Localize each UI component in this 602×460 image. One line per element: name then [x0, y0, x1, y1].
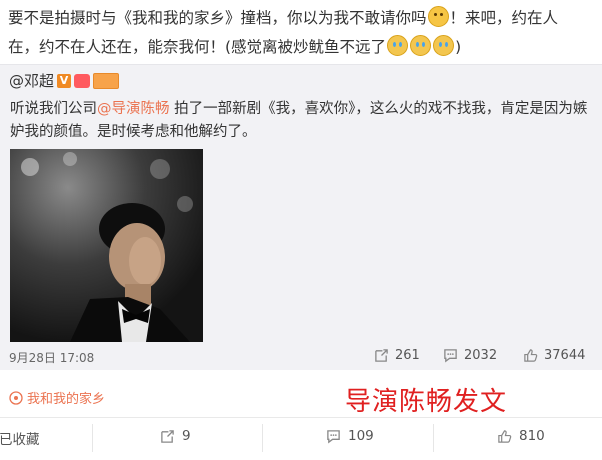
- share-icon: [375, 349, 388, 362]
- quoted-comment-count: 2032: [464, 348, 498, 363]
- quoted-author-row: @邓超 V: [9, 70, 120, 91]
- comment-button[interactable]: 109: [326, 428, 374, 444]
- action-divider: [433, 424, 434, 452]
- share-icon: [161, 429, 174, 443]
- thumbs-up-icon: [498, 429, 512, 443]
- favorite-label: 已收藏: [0, 432, 40, 448]
- quoted-text: 听说我们公司@导演陈畅 拍了一部新剧《我，喜欢你》，这么火的戏不找我，肯定是因为…: [10, 98, 592, 144]
- quoted-repost-button[interactable]: 261: [374, 348, 420, 363]
- laugh-cry-icon: [387, 35, 409, 56]
- action-divider: [92, 424, 93, 452]
- photo-portrait: [10, 149, 203, 342]
- repost-count: 9: [182, 428, 191, 444]
- topic-label: 我和我的家乡: [27, 392, 106, 407]
- quoted-repost-count: 261: [395, 348, 420, 363]
- quoted-like-count: 37644: [544, 348, 586, 363]
- topic-tag[interactable]: 我和我的家乡: [9, 388, 105, 407]
- action-divider: [262, 424, 263, 452]
- comment-count: 109: [348, 428, 374, 444]
- laugh-cry-icon: [433, 35, 455, 56]
- member-badge-icon: [93, 72, 120, 89]
- overlay-caption: 导演陈畅发文: [345, 387, 508, 417]
- quoted-timestamp[interactable]: 9月28日 17:08: [9, 349, 94, 366]
- comment-icon: [327, 429, 340, 443]
- quoted-photo[interactable]: [10, 149, 203, 342]
- quoted-like-button[interactable]: 37644: [523, 348, 585, 363]
- comment-icon: [444, 349, 457, 363]
- vip-badge-icon: [74, 73, 91, 88]
- mention-link[interactable]: @导演陈畅: [97, 101, 170, 117]
- post-text: 要不是拍摄时与《我和我的家乡》撞档，你以为我不敢请你吗 ！来吧，约在人在，约不在人…: [8, 4, 588, 62]
- laugh-cry-icon: [410, 35, 432, 56]
- favorite-button[interactable]: 已收藏: [0, 428, 40, 448]
- like-count: 810: [519, 428, 545, 444]
- thumbs-up-icon: [524, 349, 538, 362]
- post-text-part3: ): [455, 38, 462, 56]
- verified-badge-icon: V: [57, 73, 72, 88]
- post-text-part1: 要不是拍摄时与《我和我的家乡》撞档，你以为我不敢请你吗: [8, 9, 427, 27]
- like-button[interactable]: 810: [497, 428, 545, 444]
- quoted-text-part1: 听说我们公司: [10, 101, 97, 117]
- kiss-icon: [427, 6, 449, 27]
- quoted-author[interactable]: @邓超: [9, 70, 54, 91]
- quoted-comment-button[interactable]: 2032: [443, 348, 497, 363]
- topic-location-icon: [9, 390, 23, 405]
- repost-button[interactable]: 9: [160, 428, 191, 444]
